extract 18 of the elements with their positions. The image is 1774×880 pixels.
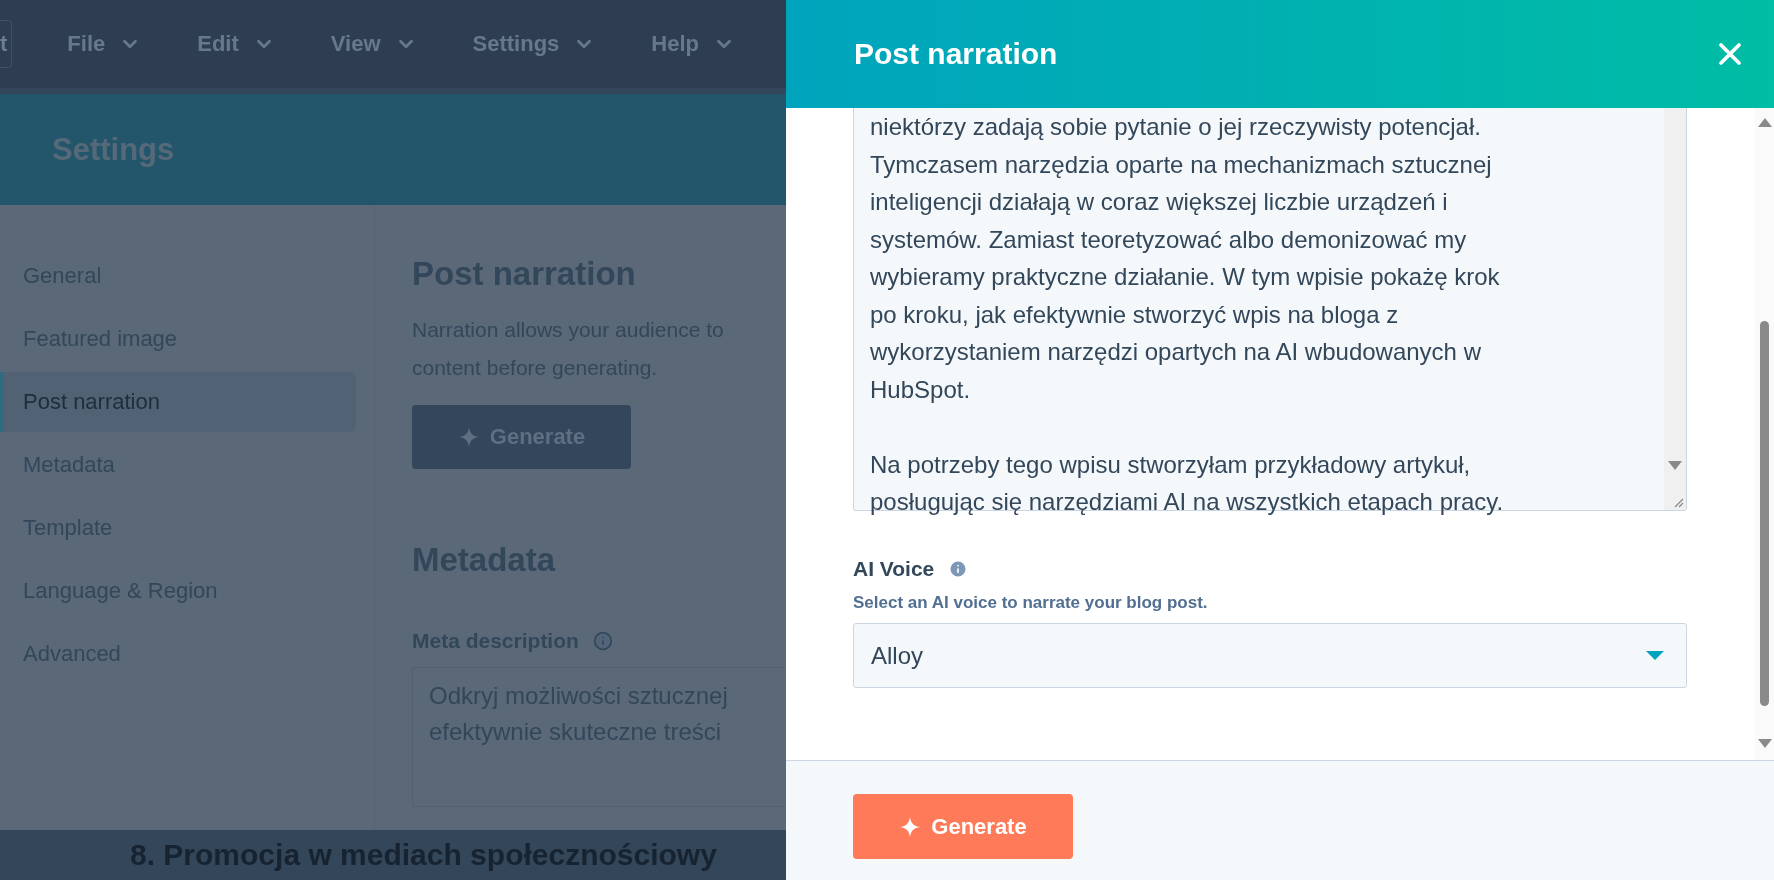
menu-item[interactable]: File xyxy=(67,31,142,57)
generate-button[interactable]: Generate xyxy=(853,794,1073,859)
menu-item[interactable]: Help xyxy=(651,31,736,57)
info-icon xyxy=(948,559,969,579)
field-label: AI Voice xyxy=(853,557,935,581)
scrollbar[interactable] xyxy=(1755,108,1774,760)
help-text: Select an AI voice to narrate your blog post. xyxy=(853,593,1209,613)
scrollbar[interactable] xyxy=(1664,108,1686,510)
panel-title: Post narration xyxy=(854,37,1058,71)
voice-dropdown[interactable]: Alloy xyxy=(853,623,1687,688)
menu-item[interactable]: View xyxy=(330,31,417,57)
toolbar-button[interactable]: t xyxy=(0,20,13,68)
menu-item[interactable]: Settings xyxy=(472,31,596,57)
menu-item[interactable]: Edit xyxy=(197,31,275,57)
scroll-down-icon[interactable] xyxy=(1668,461,1682,470)
caret-icon xyxy=(1646,651,1664,660)
resize-handle-icon[interactable] xyxy=(1672,496,1684,508)
info-icon xyxy=(592,631,613,651)
